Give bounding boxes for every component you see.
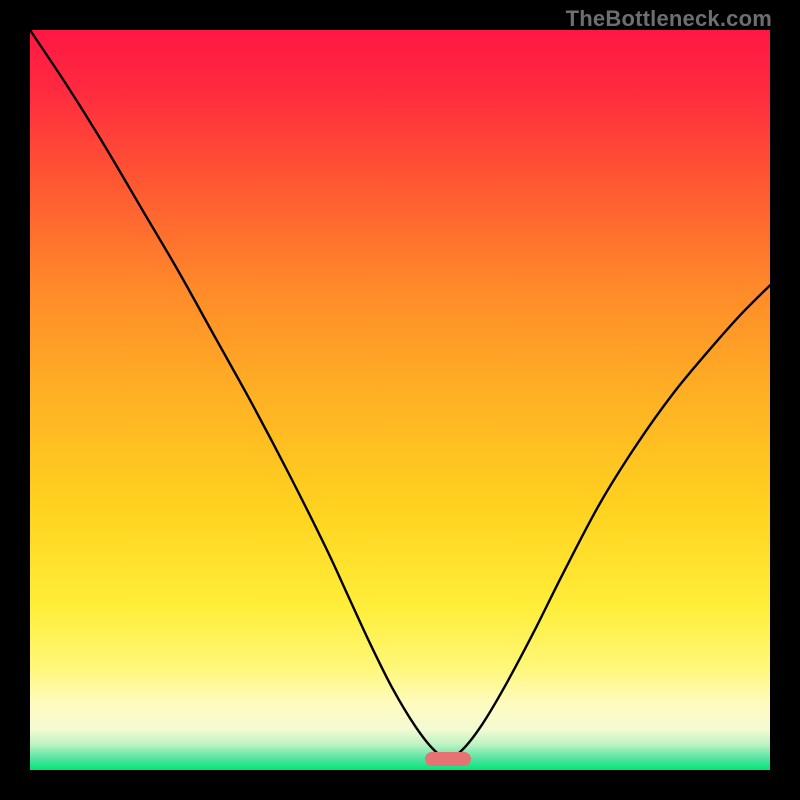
bottleneck-curve: [30, 30, 770, 770]
watermark-text: TheBottleneck.com: [566, 6, 772, 32]
chart-frame: TheBottleneck.com: [0, 0, 800, 800]
plot-area: [30, 30, 770, 770]
minimum-marker: [425, 752, 471, 766]
